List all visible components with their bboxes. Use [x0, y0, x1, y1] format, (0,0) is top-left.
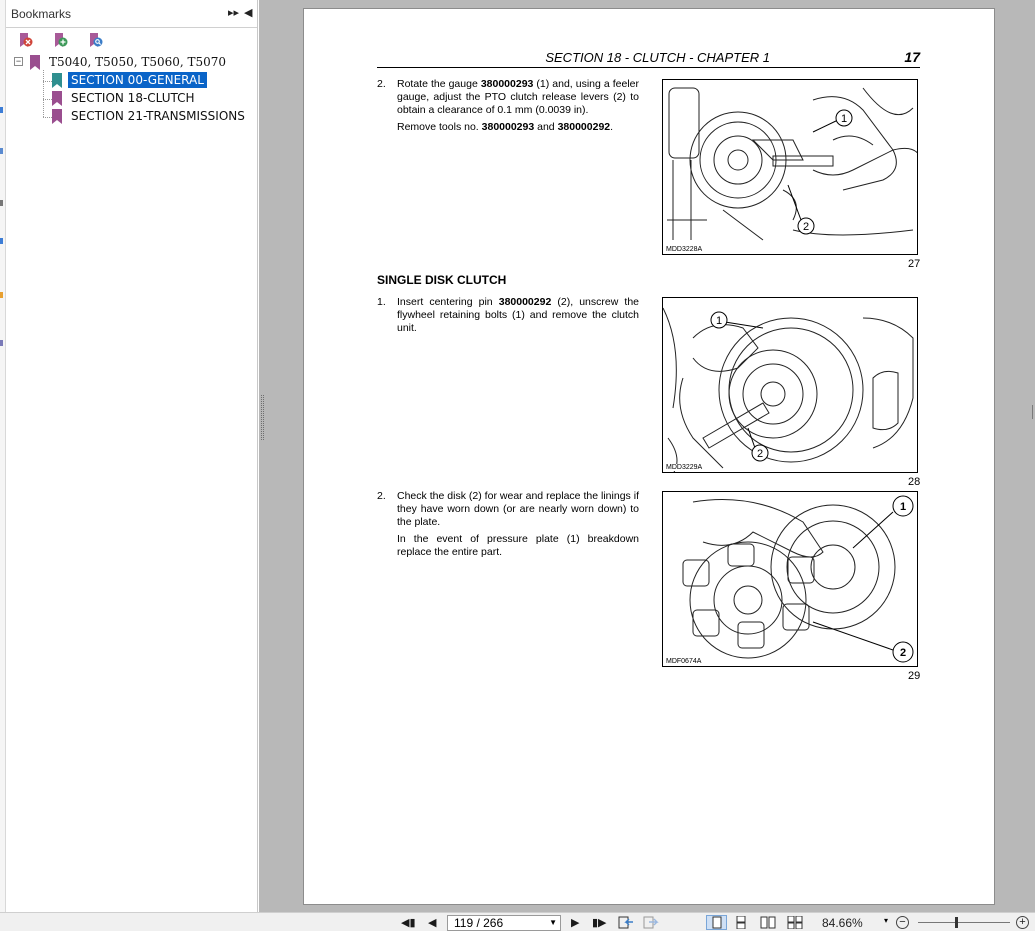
zoom-out-icon[interactable]: − [896, 916, 909, 929]
clutch-removal-illustration: 1 2 [663, 307, 914, 472]
callout-2: 2 [757, 448, 763, 460]
new-bookmark-icon[interactable] [52, 32, 69, 49]
bookmarks-toolbar [6, 30, 257, 52]
text-run: and [534, 121, 558, 133]
figure-pto-gauge: 1 2 MDD3228A [662, 79, 918, 255]
section-header: SECTION 18 - CLUTCH - CHAPTER 1 [545, 50, 770, 65]
callout-1: 1 [900, 501, 906, 513]
bookmark-icon [52, 108, 62, 124]
step-text: Rotate the gauge 380000293 (1) and, usin… [397, 78, 639, 117]
step-number: 1. [377, 296, 386, 308]
clutch-disk-illustration: 1 2 [682, 495, 914, 663]
figure-number: 27 [908, 258, 921, 270]
section-heading: SINGLE DISK CLUTCH [377, 273, 507, 287]
part-number: 380000292 [557, 121, 611, 133]
tree-connector [43, 99, 52, 100]
continuous-view-icon[interactable] [734, 915, 748, 930]
last-page-icon[interactable]: ▮▶ [592, 916, 607, 930]
chevron-left-icon[interactable]: ◀ [244, 6, 252, 19]
single-page-view-icon[interactable] [706, 915, 727, 930]
callout-2: 2 [900, 647, 906, 659]
navigation-bar: ◀▮ ◀ 119 / 266 ▼ ▶ ▮▶ 84.66% ▾ − + [0, 912, 1035, 931]
chevron-down-icon[interactable]: ▼ [549, 916, 557, 930]
pto-clutch-illustration: 1 2 [667, 87, 917, 241]
bookmark-icon [30, 54, 40, 70]
tree-connector [43, 70, 44, 117]
figure-code: MDD3228A [665, 246, 704, 253]
figure-clutch-removal: 1 2 MDD3229A [662, 297, 918, 473]
delete-bookmark-icon[interactable] [17, 32, 34, 49]
bookmarks-title: Bookmarks [11, 7, 72, 21]
callout-1: 1 [716, 315, 722, 327]
next-view-icon[interactable] [643, 916, 659, 930]
zoom-in-icon[interactable]: + [1016, 916, 1029, 929]
instruction-check-disk: 2. Check the disk (2) for wear and repla… [377, 490, 639, 559]
bookmark-root[interactable]: T5040, T5050, T5060, T5070 [30, 53, 229, 71]
pdf-page: SECTION 18 - CLUTCH - CHAPTER 1 17 2. Ro… [303, 8, 995, 905]
text-run: . [610, 121, 614, 133]
bookmark-icon [52, 72, 62, 88]
prev-view-icon[interactable] [618, 916, 634, 930]
bookmark-label: T5040, T5050, T5060, T5070 [49, 55, 227, 69]
tree-connector [43, 117, 52, 118]
text-run: Remove tools no. [397, 121, 482, 133]
part-number: 380000292 [498, 296, 552, 308]
callout-2: 2 [803, 221, 809, 233]
first-page-icon[interactable]: ◀▮ [401, 916, 416, 930]
double-chevron-right-icon[interactable]: ▸▸ [228, 6, 239, 19]
strip-marker [0, 200, 3, 206]
bookmark-section-00-general[interactable]: SECTION 00-GENERAL [52, 71, 207, 89]
callout-1: 1 [841, 113, 847, 125]
instruction-rotate-gauge: 2. Rotate the gauge 380000293 (1) and, u… [377, 78, 639, 134]
figure-disk-inspection: 1 2 MDF0674A [662, 491, 918, 667]
strip-marker [0, 340, 3, 346]
strip-marker [0, 238, 3, 244]
strip-marker [0, 292, 3, 298]
strip-marker [0, 148, 3, 154]
page-number: 17 [904, 49, 920, 65]
part-number: 380000293 [480, 78, 534, 90]
bookmark-icon [52, 90, 62, 106]
bookmark-label: SECTION 18-CLUTCH [71, 91, 195, 105]
figure-code: MDF0674A [665, 658, 703, 665]
figure-number: 28 [908, 476, 921, 488]
scroll-grip[interactable] [1032, 405, 1034, 419]
document-viewport[interactable]: SECTION 18 - CLUTCH - CHAPTER 1 17 2. Ro… [259, 0, 1035, 912]
figure-code: MDD3229A [665, 464, 704, 471]
bookmark-label: SECTION 21-TRANSMISSIONS [71, 109, 245, 123]
figure-number: 29 [908, 670, 921, 682]
step-text: Insert centering pin 380000292 (2), unsc… [397, 296, 639, 335]
panel-splitter-handle[interactable] [261, 395, 264, 440]
step-number: 2. [377, 78, 386, 90]
facing-view-icon[interactable] [760, 916, 776, 930]
text-run: Insert centering pin [397, 296, 499, 308]
continuous-facing-view-icon[interactable] [787, 915, 803, 930]
tree-collapse-toggle[interactable]: − [14, 57, 23, 66]
part-number: 380000293 [481, 121, 535, 133]
find-bookmark-icon[interactable] [87, 32, 104, 49]
bookmarks-header: Bookmarks ▸▸ ◀ [6, 0, 257, 28]
instruction-insert-pin: 1. Insert centering pin 380000292 (2), u… [377, 296, 639, 335]
step-number: 2. [377, 490, 386, 502]
page-number-input[interactable]: 119 / 266 ▼ [447, 915, 561, 931]
chevron-down-icon[interactable]: ▾ [884, 916, 888, 925]
strip-marker [0, 107, 3, 113]
page-header: SECTION 18 - CLUTCH - CHAPTER 1 17 [377, 49, 920, 68]
zoom-slider-track[interactable] [918, 922, 1010, 923]
bookmarks-panel: Bookmarks ▸▸ ◀ − T5040, T5050, T5060, T5… [6, 0, 258, 912]
next-page-icon[interactable]: ▶ [571, 916, 579, 930]
step-note: In the event of pressure plate (1) break… [397, 533, 639, 558]
bookmark-label: SECTION 00-GENERAL [68, 72, 207, 88]
tree-connector [43, 81, 52, 82]
zoom-slider-thumb[interactable] [955, 917, 958, 928]
step-text: Check the disk (2) for wear and replace … [397, 490, 639, 528]
page-display: 119 / 266 [454, 916, 504, 930]
step-note: Remove tools no. 380000293 and 380000292… [397, 121, 639, 134]
zoom-level[interactable]: 84.66% [822, 916, 863, 930]
prev-page-icon[interactable]: ◀ [428, 916, 436, 930]
bookmark-section-21-transmissions[interactable]: SECTION 21-TRANSMISSIONS [52, 107, 248, 125]
bookmark-section-18-clutch[interactable]: SECTION 18-CLUTCH [52, 89, 198, 107]
text-run: Rotate the gauge [397, 78, 481, 90]
